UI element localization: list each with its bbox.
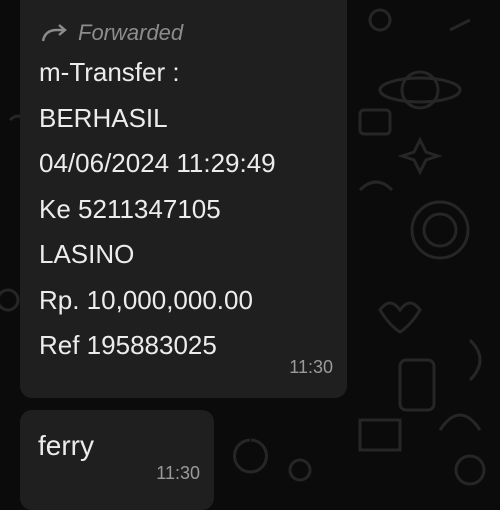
message-text: ferry bbox=[38, 430, 94, 461]
forwarded-indicator: Forwarded bbox=[40, 18, 183, 48]
forward-arrow-icon bbox=[41, 24, 67, 42]
message-bubble[interactable]: ferry 11:30 bbox=[20, 410, 214, 510]
message-text: m-Transfer : BERHASIL 04/06/2024 11:29:4… bbox=[39, 50, 276, 369]
message-line: 04/06/2024 11:29:49 bbox=[39, 148, 276, 178]
message-line: Rp. 10,000,000.00 bbox=[39, 284, 253, 315]
message-line: m-Transfer : bbox=[39, 57, 180, 87]
message-bubble-forwarded[interactable]: Forwarded m-Transfer : BERHASIL 04/06/20… bbox=[20, 0, 347, 398]
message-timestamp: 11:30 bbox=[289, 357, 333, 377]
message-line: BERHASIL bbox=[39, 102, 168, 133]
message-line: LASINO bbox=[39, 239, 135, 269]
message-line: Ke 5211347105 bbox=[39, 193, 221, 224]
message-line: Ref 195883025 bbox=[39, 330, 217, 360]
forwarded-label: Forwarded bbox=[78, 20, 184, 45]
message-timestamp: 11:30 bbox=[156, 463, 200, 483]
